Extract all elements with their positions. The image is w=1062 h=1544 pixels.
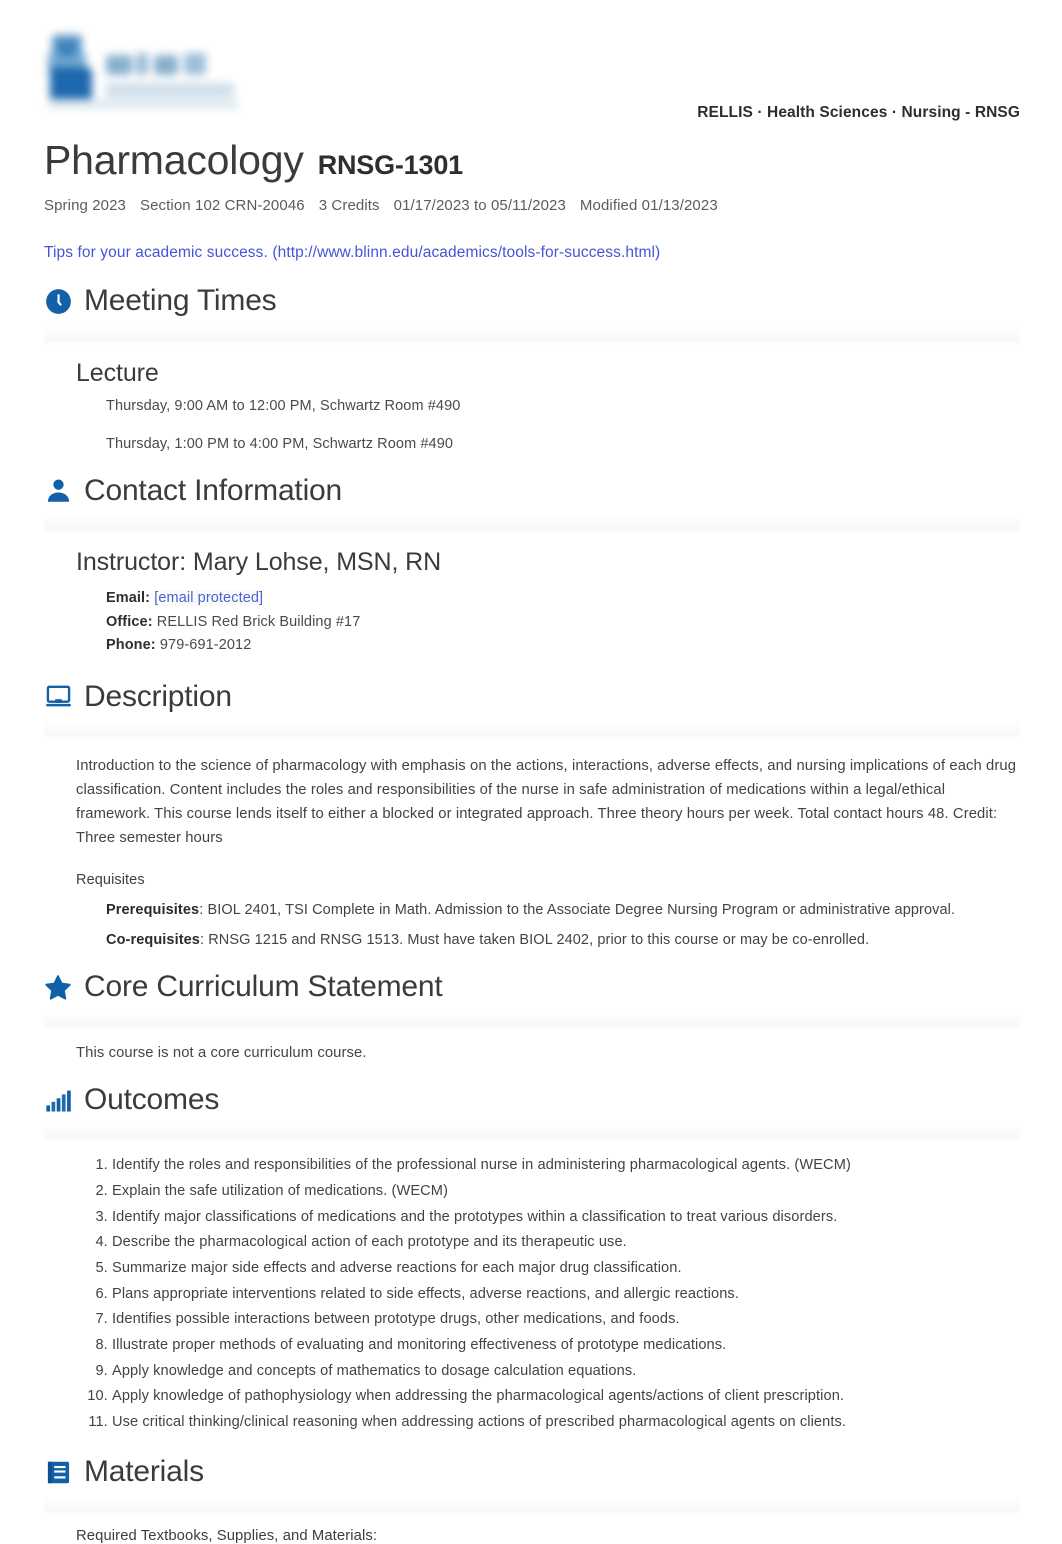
prerequisites-value: : BIOL 2401, TSI Complete in Math. Admis… xyxy=(199,902,956,919)
list-item: Apply knowledge of pathophysiology when … xyxy=(112,1386,1020,1407)
meeting-entries: Thursday, 9:00 AM to 12:00 PM, Schwartz … xyxy=(76,398,1020,452)
outcomes-list: Identify the roles and responsibilities … xyxy=(44,1155,1020,1433)
person-icon xyxy=(44,477,72,505)
office-value: RELLIS Red Brick Building #17 xyxy=(156,613,361,630)
section-divider xyxy=(44,1010,1020,1031)
phone-value: 979-691-2012 xyxy=(159,637,252,654)
blinn-college-logo xyxy=(44,33,238,115)
phone-label: Phone: xyxy=(106,637,156,654)
contact-title: Contact Information xyxy=(84,473,342,507)
section-divider xyxy=(44,1123,1020,1144)
masthead: RELLIS · Health Sciences · Nursing - RNS… xyxy=(44,0,1020,130)
monitor-icon xyxy=(44,683,72,711)
section-divider xyxy=(44,720,1020,741)
description-text: Introduction to the science of pharmacol… xyxy=(76,758,1017,847)
materials-text: Required Textbooks, Supplies, and Materi… xyxy=(76,1527,378,1544)
prerequisites-row: Prerequisites: BIOL 2401, TSI Complete i… xyxy=(76,902,1020,918)
tips-link[interactable]: Tips for your academic success. xyxy=(44,244,268,261)
book-icon xyxy=(44,1458,72,1486)
section-divider xyxy=(44,514,1020,535)
section-divider xyxy=(44,324,1020,345)
materials-title: Materials xyxy=(84,1455,204,1489)
meeting-entry: Thursday, 9:00 AM to 12:00 PM, Schwartz … xyxy=(106,397,461,414)
core-curriculum-heading: Core Curriculum Statement xyxy=(44,970,1020,1007)
corequisites-value: : RNSG 1215 and RNSG 1513. Must have tak… xyxy=(199,932,870,949)
core-curriculum-title: Core Curriculum Statement xyxy=(84,970,443,1004)
section-core-curriculum: Core Curriculum Statement This course is… xyxy=(44,970,1020,1061)
core-curriculum-body: This course is not a core curriculum cou… xyxy=(44,1031,1020,1061)
course-credits: 3 Credits xyxy=(318,197,380,215)
section-contact-information: Contact Information Instructor: Mary Loh… xyxy=(44,474,1020,658)
section-meeting-times: Meeting Times Lecture Thursday, 9:00 AM … xyxy=(44,284,1020,452)
section-materials: Materials Required Textbooks, Supplies, … xyxy=(44,1455,1020,1544)
meeting-times-body: Lecture Thursday, 9:00 AM to 12:00 PM, S… xyxy=(44,359,1020,452)
lecture-subheading: Lecture xyxy=(76,358,159,387)
clock-icon xyxy=(44,287,72,315)
outcomes-heading: Outcomes xyxy=(44,1083,1020,1120)
office-label: Office: xyxy=(106,613,153,630)
page-title: Pharmacology RNSG-1301 xyxy=(44,137,1020,183)
list-item: Explain the safe utilization of medicati… xyxy=(112,1181,1020,1202)
requisites-title: Requisites xyxy=(76,872,145,889)
list-item: Plans appropriate interventions related … xyxy=(112,1284,1020,1305)
section-divider xyxy=(44,1495,1020,1516)
prerequisites-label: Prerequisites xyxy=(106,902,200,919)
list-item: Identify major classifications of medica… xyxy=(112,1207,1020,1228)
course-term: Spring 2023 xyxy=(44,197,126,215)
description-heading: Description xyxy=(44,680,1020,717)
course-dates: 01/17/2023 to 05/11/2023 xyxy=(393,197,566,215)
contact-office-row: Office: RELLIS Red Brick Building #17 xyxy=(106,611,1020,634)
contact-phone-row: Phone: 979-691-2012 xyxy=(106,634,1020,657)
outcomes-title: Outcomes xyxy=(84,1082,220,1116)
instructor-name: Instructor: Mary Lohse, MSN, RN xyxy=(76,548,442,577)
breadcrumb: RELLIS · Health Sciences · Nursing - RNS… xyxy=(697,104,1020,121)
course-section: Section 102 CRN-20046 xyxy=(140,197,305,215)
tips-url[interactable]: (http://www.blinn.edu/academics/tools-fo… xyxy=(272,244,660,261)
course-code: RNSG-1301 xyxy=(317,150,463,180)
corequisites-label: Co-requisites xyxy=(106,932,200,949)
corequisites-row: Co-requisites: RNSG 1215 and RNSG 1513. … xyxy=(76,932,1020,948)
list-item: Identify the roles and responsibilities … xyxy=(112,1155,1020,1176)
meeting-times-title: Meeting Times xyxy=(84,284,277,318)
contact-body: Instructor: Mary Lohse, MSN, RN Email: [… xyxy=(44,548,1020,657)
meeting-times-heading: Meeting Times xyxy=(44,284,1020,321)
materials-heading: Materials xyxy=(44,1455,1020,1492)
core-curriculum-text: This course is not a core curriculum cou… xyxy=(76,1044,367,1061)
syllabus-page: RELLIS · Health Sciences · Nursing - RNS… xyxy=(0,0,1062,1544)
list-item: Summarize major side effects and adverse… xyxy=(112,1258,1020,1279)
bar-chart-icon xyxy=(44,1086,72,1114)
contact-details: Email: [email protected] Office: RELLIS … xyxy=(76,587,1020,657)
list-item: Identifies possible interactions between… xyxy=(112,1309,1020,1330)
list-item: Use critical thinking/clinical reasoning… xyxy=(112,1412,1020,1433)
contact-heading: Contact Information xyxy=(44,474,1020,511)
academic-success-tips: Tips for your academic success. (http://… xyxy=(44,244,1020,262)
description-title: Description xyxy=(84,679,232,713)
list-item: Describe the pharmacological action of e… xyxy=(112,1232,1020,1253)
email-value[interactable]: [email protected] xyxy=(154,590,264,607)
materials-body: Required Textbooks, Supplies, and Materi… xyxy=(44,1528,1020,1544)
course-title: Pharmacology xyxy=(44,137,304,183)
meeting-entry: Thursday, 1:00 PM to 4:00 PM, Schwartz R… xyxy=(106,435,454,452)
section-outcomes: Outcomes Identify the roles and responsi… xyxy=(44,1083,1020,1433)
section-description: Description Introduction to the science … xyxy=(44,680,1020,948)
course-meta: Spring 2023 Section 102 CRN-20046 3 Credit… xyxy=(44,197,1020,214)
email-label: Email: xyxy=(106,590,151,607)
list-item: Apply knowledge and concepts of mathemat… xyxy=(112,1361,1020,1382)
contact-email-row: Email: [email protected] xyxy=(106,587,1020,610)
star-icon xyxy=(44,974,72,1002)
description-body: Introduction to the science of pharmacol… xyxy=(44,740,1020,948)
list-item: Illustrate proper methods of evaluating … xyxy=(112,1335,1020,1356)
course-modified: Modified 01/13/2023 xyxy=(579,197,718,215)
